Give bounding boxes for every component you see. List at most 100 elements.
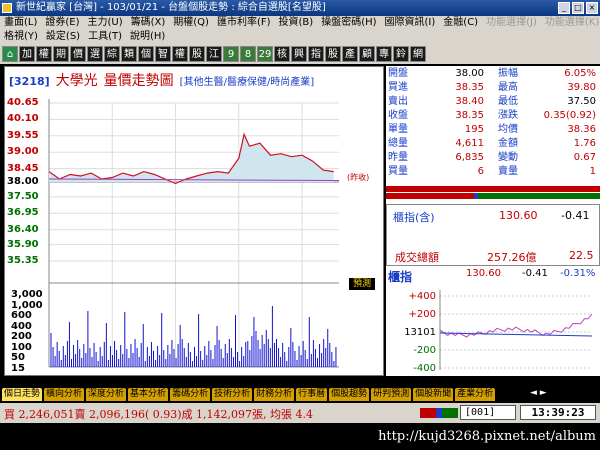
toolbar-button[interactable]: 產 (342, 46, 358, 62)
toolbar-button[interactable]: 智 (155, 46, 171, 62)
tab-scroll-arrows[interactable]: ◄ ► (530, 388, 547, 398)
menu-item[interactable]: 證券(E) (45, 16, 79, 30)
toolbar-button[interactable]: 8 (240, 46, 256, 62)
toolbar: ⌂ 加權期價選綜類個智權股江 9 8 29 核興指股產顧專鈴網 (0, 44, 600, 64)
tab-3[interactable]: 基本分析 (128, 387, 169, 401)
status-bar: 買 2,246,051賣 2,096,196( 0.93)成 1,142,097… (0, 403, 600, 423)
quote-label: 總量 (388, 138, 408, 149)
toolbar-button[interactable]: 興 (291, 46, 307, 62)
menu-item[interactable]: 格視(Y) (4, 30, 38, 44)
price-area (49, 134, 334, 184)
menu-item[interactable]: 金融(C) (443, 16, 478, 30)
mini-tick-label: -200 (413, 345, 436, 356)
menu-item[interactable]: 功能選擇(K) (545, 16, 599, 30)
title-bar: 新世紀贏家 [台灣] - 103/01/21 - 台盤個股走勢 : 綜合自選股[… (0, 0, 600, 16)
toolbar-button[interactable]: 權 (172, 46, 188, 62)
toolbar-button[interactable]: 指 (308, 46, 324, 62)
tab-4[interactable]: 籌碼分析 (170, 387, 211, 401)
quote-value: 38.35 (455, 82, 484, 93)
home-icon[interactable]: ⌂ (2, 46, 18, 62)
price-volume-chart[interactable]: (昨收) (5, 67, 383, 375)
clock: 13:39:23 (520, 405, 596, 420)
predict-button[interactable]: 預測 (349, 278, 375, 290)
tab-bar: 個日走勢 橫向分析 深度分析 基本分析 籌碼分析 技術分析 財務分析 行事曆 個股趨勢 研判預測個… (0, 386, 530, 402)
quote-label: 賣量 (498, 166, 518, 177)
toolbar-button[interactable]: 股 (325, 46, 341, 62)
menu-item[interactable]: 投資(B) (279, 16, 314, 30)
quote-row: 買進 38.35 最高 39.80 (386, 82, 600, 94)
quote-value: 1 (589, 166, 596, 177)
toolbar-button[interactable]: 選 (87, 46, 103, 62)
quote-value: 6.05% (564, 68, 596, 79)
menu-item[interactable]: 期權(Q) (173, 16, 209, 30)
tab-7[interactable]: 行事曆 (296, 387, 328, 401)
bid-ask-bar (386, 186, 600, 199)
tab-0[interactable]: 個日走勢 (2, 387, 43, 401)
toolbar-button[interactable]: 權 (36, 46, 52, 62)
menu-bar: 畫面(L) 證券(E) 主力(U) 籌碼(X) 期權(Q) 匯市利率(F) 投資(B) 操盤密… (0, 16, 600, 44)
time-tick-label: 9:00 (35, 375, 60, 386)
toolbar-button[interactable]: 加 (19, 46, 35, 62)
toolbar-button[interactable]: 核 (274, 46, 290, 62)
toolbar-button[interactable]: 專 (376, 46, 392, 62)
mini-tick-label: +400 (409, 291, 436, 302)
counter-field[interactable]: [001] (460, 405, 516, 420)
menu-item[interactable]: 功能選擇(J) (486, 16, 537, 30)
tab-6[interactable]: 財務分析 (254, 387, 295, 401)
toolbar-button[interactable]: 類 (121, 46, 137, 62)
quote-label: 金額 (498, 138, 518, 149)
menu-item[interactable]: 畫面(L) (4, 16, 37, 30)
quote-value: 38.36 (567, 124, 596, 135)
toolbar-button[interactable]: 江 (206, 46, 222, 62)
quote-value: 37.50 (567, 96, 596, 107)
index-label: 櫃指(含) (393, 211, 435, 224)
time-tick-label: 10:00 (98, 375, 131, 386)
quote-label: 收盤 (388, 110, 408, 121)
tab-5[interactable]: 技術分析 (212, 387, 253, 401)
menu-item[interactable]: 操盤密碼(H) (321, 16, 376, 30)
time-tick-label: 12:00 (224, 375, 257, 386)
menu-item[interactable]: 設定(S) (46, 30, 80, 44)
toolbar-button[interactable]: 鈴 (393, 46, 409, 62)
tab-10[interactable]: 個股新聞 (413, 387, 454, 401)
tab-8[interactable]: 個股趨勢 (329, 387, 370, 401)
toolbar-button[interactable]: 價 (70, 46, 86, 62)
quote-value: 0.67 (573, 152, 596, 163)
menu-item[interactable]: 籌碼(X) (131, 16, 166, 30)
quote-value: 6 (477, 166, 484, 177)
toolbar-button[interactable]: 期 (53, 46, 69, 62)
reference-label: (昨收) (347, 172, 369, 182)
mini-tick-label: 13101 (404, 327, 436, 338)
mini-tick-label: +200 (409, 309, 436, 320)
close-icon[interactable]: × (586, 2, 598, 14)
toolbar-button[interactable]: 顧 (359, 46, 375, 62)
quote-value: 39.80 (567, 82, 596, 93)
tab-11[interactable]: 產業分析 (455, 387, 496, 401)
quote-row: 總量 4,611 金額 1.76 (386, 138, 600, 150)
menu-item[interactable]: 說明(H) (130, 30, 165, 44)
otc-index-mini-chart[interactable]: 櫃指 130.60 -0.41 -0.31% +400 +200 13101 -200… (386, 266, 600, 376)
menu-item[interactable]: 匯市利率(F) (217, 16, 271, 30)
menu-item[interactable]: 國際資訊(I) (385, 16, 436, 30)
menu-item[interactable]: 主力(U) (88, 16, 123, 30)
toolbar-button[interactable]: 29 (257, 46, 273, 62)
minimize-icon[interactable]: _ (558, 2, 570, 14)
quote-label: 最低 (498, 96, 518, 107)
menu-item[interactable]: 工具(T) (88, 30, 122, 44)
trade-summary: 買 2,246,051賣 2,096,196( 0.93)成 1,142,097… (4, 408, 313, 421)
tab-2[interactable]: 深度分析 (86, 387, 127, 401)
quote-row: 收盤 38.35 漲跌 0.35(0.92) (386, 110, 600, 122)
tab-9[interactable]: 研判預測 (371, 387, 412, 401)
price-chart-panel: [3218] 大學光 量價走勢圖 [其他生醫/醫療保健/時尚產業] 40.65 4… (4, 66, 384, 388)
toolbar-button[interactable]: 綜 (104, 46, 120, 62)
toolbar-button[interactable]: 9 (223, 46, 239, 62)
quote-row: 昨量 6,835 變動 0.67 (386, 152, 600, 164)
maximize-icon[interactable]: □ (572, 2, 584, 14)
quote-value: 6,835 (455, 152, 484, 163)
toolbar-button[interactable]: 網 (410, 46, 426, 62)
quote-label: 賣出 (388, 96, 408, 107)
toolbar-button[interactable]: 股 (189, 46, 205, 62)
tab-1[interactable]: 橫向分析 (44, 387, 85, 401)
toolbar-button[interactable]: 個 (138, 46, 154, 62)
quote-value: 38.00 (455, 68, 484, 79)
